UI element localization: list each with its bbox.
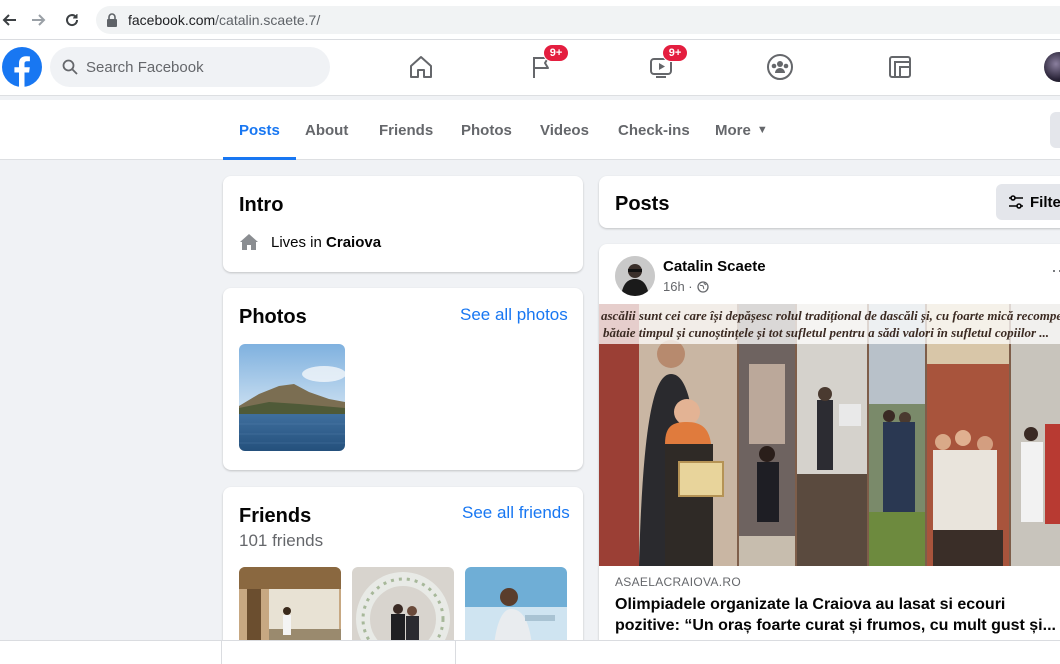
pages-flag-icon[interactable]: 9+ [525,44,569,84]
photos-title: Photos [239,306,307,328]
lock-icon [107,13,117,27]
tab-label: Friends [379,121,434,139]
tab-label: Videos [540,121,589,139]
friends-count: 101 friends [239,531,324,550]
see-all-friends-link[interactable]: See all friends [462,503,570,523]
photos-card: Photos See all photos [223,288,583,470]
image-caption-line1: ascălii sunt cei care își depășesc rolul… [601,308,1060,323]
intro-card: Intro Lives in Craiova [223,176,583,272]
friends-title: Friends [239,505,312,527]
tab-more[interactable]: More ▼ [699,100,784,160]
post-meta: 16h · [663,279,709,294]
tab-posts[interactable]: Posts [223,100,296,160]
watch-badge: 9+ [662,44,688,62]
tab-label: Check-ins [618,121,690,139]
tab-friends[interactable]: Friends [363,100,449,160]
caret-down-icon: ▼ [756,124,768,136]
home-nav-icon[interactable] [404,50,438,84]
post-time[interactable]: 16h · [663,279,693,294]
image-caption-line2: bătaie timpul și cunoștințele și tot suf… [603,325,1050,340]
friends-card: Friends See all friends 101 friends [223,487,583,657]
intro-title: Intro [239,194,284,216]
forward-arrow-icon[interactable] [24,5,54,35]
profile-avatar[interactable] [1044,52,1060,82]
tab-about[interactable]: About [289,100,364,160]
globe-icon [696,280,709,293]
lives-in-row: Lives in Craiova [239,232,381,252]
reload-icon[interactable] [57,5,87,35]
pages-badge: 9+ [543,44,569,62]
tab-photos[interactable]: Photos [445,100,528,160]
profile-tabs: Posts About Friends Photos Videos Check-… [0,100,1060,160]
post-more-options-icon[interactable]: ··· [1051,260,1060,281]
address-bar[interactable]: facebook.com/catalin.scaete.7/ [96,6,1060,34]
photo-thumbnail[interactable] [239,344,345,451]
see-all-photos-link[interactable]: See all photos [460,305,568,325]
tab-videos[interactable]: Videos [524,100,605,160]
facebook-header: 9+ 9+ [0,40,1060,96]
tab-check-ins[interactable]: Check-ins [602,100,706,160]
post-author-name[interactable]: Catalin Scaete [663,258,766,275]
post-image[interactable]: ascălii sunt cei care își depășesc rolul… [599,304,1060,566]
home-icon [240,234,258,250]
tab-label: Posts [239,121,280,139]
search-icon [62,59,78,75]
gaming-icon[interactable] [883,50,917,84]
filters-label: Filte [1030,193,1060,211]
link-title[interactable]: Olimpiadele organizate la Craiova au las… [615,594,1060,636]
tab-label: More [715,121,751,139]
post-card: Catalin Scaete 16h · ··· [599,244,1060,664]
posts-title: Posts [615,193,670,215]
downloads-bar [0,640,1060,664]
filter-sliders-icon [1009,195,1023,209]
tabs-options-button[interactable] [1050,112,1060,148]
lives-in-city[interactable]: Craiova [326,234,381,251]
search-box[interactable] [50,47,330,87]
posts-header-card: Posts Filte [599,176,1060,228]
download-item[interactable] [222,641,456,664]
tab-label: Photos [461,121,512,139]
post-author-avatar[interactable] [615,256,655,296]
tab-label: About [305,121,349,139]
browser-toolbar: facebook.com/catalin.scaete.7/ [0,0,1060,40]
search-input[interactable] [86,58,306,76]
back-arrow-icon[interactable] [0,5,24,35]
download-item[interactable] [0,641,222,664]
facebook-logo-icon[interactable] [2,47,42,87]
groups-icon[interactable] [763,50,797,84]
image-caption: ascălii sunt cei care își depășesc rolul… [599,304,1060,344]
link-source[interactable]: ASAELACRAIOVA.RO [615,575,741,589]
lives-in-prefix: Lives in [271,233,322,251]
url-text: facebook.com/catalin.scaete.7/ [128,12,320,28]
filters-button[interactable]: Filte [996,184,1060,220]
url-domain: facebook.com [128,12,216,28]
watch-video-icon[interactable]: 9+ [644,44,688,84]
url-path: /catalin.scaete.7/ [215,12,321,28]
